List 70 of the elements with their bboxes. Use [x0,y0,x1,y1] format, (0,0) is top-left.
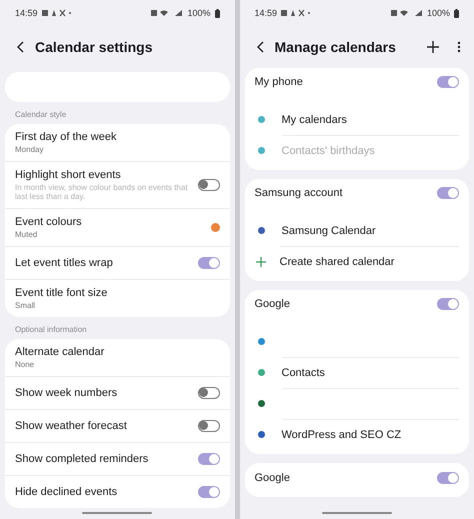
setting-value: Small [15,301,36,310]
setting-title: Event colours [15,216,83,228]
setting-value: In month view, show colour bands on events that last less than a day. [15,183,189,201]
account-name: Google [254,298,290,310]
account-name: Samsung account [254,187,343,199]
toggle-switch[interactable] [198,179,220,191]
create-calendar-button[interactable]: Create shared calendar [254,246,459,277]
setting-row[interactable]: Highlight short events In month view, show colour bands on events that last less than a day. [5,161,230,208]
calendar-name: WordPress and SEO CZ [282,429,402,441]
notification-icons [42,9,72,17]
calendar-item[interactable]: My calendars [254,104,459,135]
section-label: Calendar style [14,109,68,121]
setting-title: Show weather forecast [15,420,128,432]
toggle-switch[interactable] [198,453,220,465]
toggle-switch[interactable] [437,187,459,199]
toggle-switch[interactable] [198,257,220,269]
battery-icon [454,8,459,18]
notification-icons [281,9,312,17]
back-icon[interactable] [17,41,25,53]
back-icon[interactable] [256,41,264,53]
setting-value: Muted [15,230,38,239]
setting-row[interactable]: Show week numbers [5,376,230,409]
setting-title: Event title font size [15,287,108,299]
setting-row[interactable]: Event title font size Small [5,279,230,317]
section-label: Optional information [14,324,88,336]
setting-row[interactable]: Alternate calendar None [5,339,230,376]
setting-title: Show week numbers [15,387,118,399]
battery-icon [214,8,220,18]
calendar-name: My calendars [282,114,347,126]
calendar-name: Samsung Calendar [282,224,376,236]
add-icon[interactable] [427,41,439,53]
setting-title: Hide declined events [15,486,118,498]
setting-title: Let event titles wrap [15,257,114,269]
calendar-name: Contacts [282,367,325,379]
setting-row[interactable]: Event colours Muted [5,208,230,246]
calendar-item[interactable]: WordPress and SEO CZ [254,419,459,450]
home-indicator [322,512,392,514]
setting-row[interactable]: First day of the week Monday [5,124,230,161]
home-indicator [82,512,152,514]
setting-value: Monday [15,145,44,154]
screen-title: Calendar settings [35,39,152,55]
status-time: 14:59 [15,8,38,18]
account-name: My phone [254,76,303,88]
setting-row[interactable]: Let event titles wrap [5,246,230,279]
signal-icons [390,9,423,17]
calendar-item[interactable]: Contacts [254,357,459,388]
battery-level: 100% [187,8,210,18]
toggle-switch[interactable] [437,76,459,88]
toggle-switch[interactable] [198,420,220,432]
screen-title: Manage calendars [274,39,396,55]
setting-title: Alternate calendar [15,346,106,358]
toggle-switch[interactable] [198,486,220,498]
setting-title: Highlight short events [15,169,122,181]
status-time: 14:59 [254,8,278,18]
toggle-switch[interactable] [437,298,459,310]
setting-title: First day of the week [15,131,118,143]
setting-row[interactable]: Show weather forecast [5,409,230,442]
signal-icons [151,9,184,17]
account-name: Google [254,472,290,484]
battery-level: 100% [426,8,450,18]
calendar-item[interactable]: Samsung Calendar [254,215,459,246]
setting-row[interactable]: Hide declined events [5,475,230,508]
setting-value: None [15,360,36,369]
toggle-switch[interactable] [198,387,220,399]
plus-icon [256,256,266,266]
calendar-name: Contacts' birthdays [282,145,375,157]
toggle-switch[interactable] [437,472,459,484]
more-icon[interactable] [457,41,461,53]
setting-row[interactable]: Show completed reminders [5,442,230,475]
setting-title: Show completed reminders [15,453,150,465]
